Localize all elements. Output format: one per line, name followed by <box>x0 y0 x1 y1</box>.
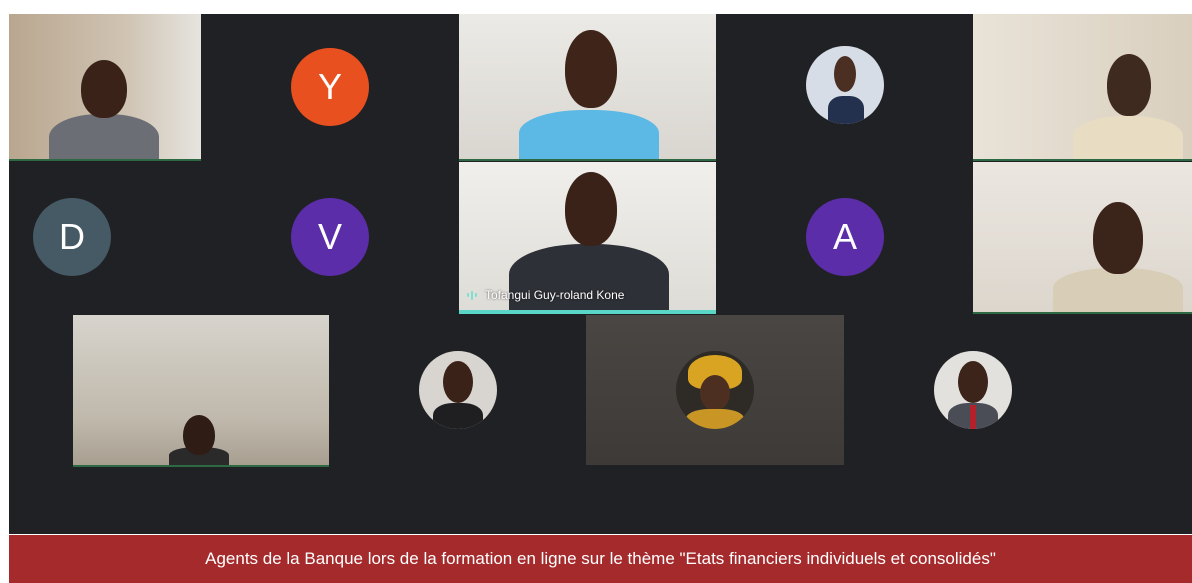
participant-tile-p8[interactable]: Tofangui Guy-roland Kone <box>459 162 716 314</box>
participant-tile-p10[interactable] <box>973 162 1192 314</box>
participant-tile-p4[interactable] <box>716 14 973 159</box>
participant-video-icon <box>169 411 229 465</box>
video-call-grid: Y D V Tofangui Guy-roland Kone A <box>9 14 1192 534</box>
participant-tile-p11[interactable] <box>73 315 329 467</box>
participant-tile-p9[interactable]: A <box>716 162 973 312</box>
participant-video-icon <box>49 54 159 159</box>
avatar <box>806 46 884 124</box>
avatar: Y <box>291 48 369 126</box>
photo-caption: Agents de la Banque lors de la formation… <box>9 535 1192 583</box>
participant-tile-p3[interactable] <box>459 14 716 161</box>
participant-tile-p2[interactable]: Y <box>201 14 459 159</box>
participant-video-icon <box>1073 50 1183 159</box>
avatar: D <box>33 198 111 276</box>
avatar: A <box>806 198 884 276</box>
caption-text: Agents de la Banque lors de la formation… <box>205 549 996 568</box>
participant-tile-p14[interactable] <box>844 315 1102 465</box>
avatar <box>934 351 1012 429</box>
participant-tile-p1[interactable] <box>9 14 201 161</box>
participant-tile-p7[interactable]: V <box>201 162 459 312</box>
participant-video-icon <box>519 24 659 159</box>
speaking-indicator-icon <box>467 290 477 300</box>
participant-tile-p6[interactable]: D <box>9 162 201 312</box>
avatar: V <box>291 198 369 276</box>
avatar <box>676 351 754 429</box>
participant-name-label: Tofangui Guy-roland Kone <box>467 288 624 302</box>
participant-name: Tofangui Guy-roland Kone <box>485 288 625 302</box>
participant-tile-p12[interactable] <box>329 315 586 465</box>
participant-tile-p13[interactable] <box>586 315 844 465</box>
participant-tile-p5[interactable] <box>973 14 1192 161</box>
participant-video-icon <box>1053 198 1183 312</box>
avatar <box>419 351 497 429</box>
